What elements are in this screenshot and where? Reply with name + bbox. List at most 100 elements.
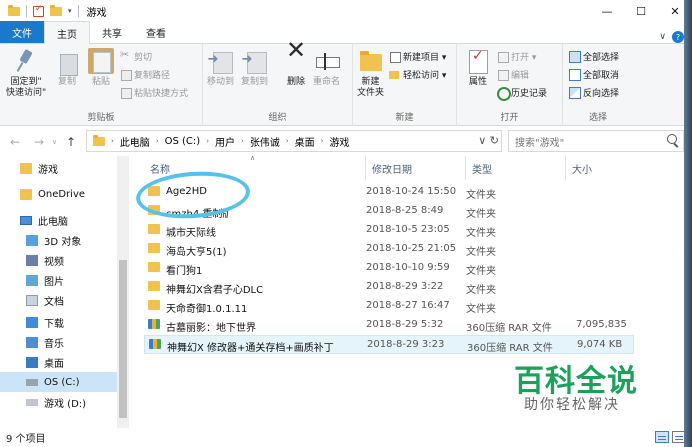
new-folder-button[interactable]: 新建 文件夹 [357, 48, 384, 99]
file-type: 文件夹 [466, 209, 496, 220]
table-row[interactable]: 看门狗1 2018-10-10 9:59 文件夹 [144, 259, 634, 278]
nav-item-documents[interactable]: 文档 [26, 290, 64, 310]
back-arrow-icon[interactable]: ← [10, 135, 20, 149]
easy-access-button[interactable]: 轻松访问 ▾ [389, 68, 446, 81]
nav-item-games[interactable]: 游戏 [20, 158, 58, 178]
minimize-button[interactable]: — [590, 0, 624, 22]
column-type[interactable]: 类型 [466, 156, 566, 180]
table-row[interactable]: 天命奇御1.0.1.11 2018-8-27 16:47 文件夹 [144, 297, 634, 316]
copy-path-button[interactable]: 复制路径 [120, 68, 170, 81]
nav-scrollbar[interactable] [117, 156, 129, 428]
help-icon[interactable]: ? [672, 31, 684, 43]
nav-item-label: 音乐 [44, 338, 64, 350]
clipboard-group: 固定到" 快速访问" 复制 粘贴 剪切 复制路径 粘贴快捷方式 剪贴板 [0, 44, 203, 126]
file-type: 文件夹 [466, 266, 496, 277]
navigation-pane: 游戏 OneDrive 此电脑 3D 对象 视频 图片 文档 下载 音乐 桌面 … [0, 156, 130, 428]
paste-button[interactable]: 粘贴 [88, 48, 114, 88]
folder-icon [148, 262, 160, 272]
delete-button[interactable]: 删除 [283, 45, 309, 88]
copy-to-button[interactable]: 复制到 [241, 48, 268, 88]
breadcrumb-item[interactable]: 桌面 [295, 134, 315, 149]
table-row[interactable]: 海岛大亨5(1) 2018-10-25 21:05 文件夹 [144, 240, 634, 259]
paste-shortcut-button[interactable]: 粘贴快捷方式 [120, 86, 188, 99]
pin-quick-access-button[interactable]: 固定到" 快速访问" [6, 48, 46, 99]
nav-item-games-d[interactable]: 游戏 (D:) [26, 392, 86, 412]
column-size[interactable]: 大小 [566, 156, 638, 180]
folder-icon [148, 243, 160, 253]
open-button[interactable]: 打开 ▾ [497, 50, 536, 63]
select-none-button[interactable]: 全部取消 [569, 68, 619, 81]
maximize-button[interactable]: ☐ [624, 0, 658, 22]
group-label: 剪贴板 [87, 113, 115, 123]
breadcrumb-item[interactable]: 游戏 [329, 134, 349, 149]
tab-share[interactable]: 共享 [90, 21, 134, 43]
nav-item-3d-objects[interactable]: 3D 对象 [26, 230, 81, 250]
scrollbar-thumb[interactable] [119, 260, 127, 418]
recent-chevron-icon[interactable]: ∨ [52, 138, 57, 146]
cut-button[interactable]: 剪切 [120, 48, 153, 63]
rename-button[interactable]: 重命名 [313, 48, 340, 88]
select-none-icon [569, 69, 581, 81]
divider [77, 5, 79, 17]
address-row: ← → ∨ ↑ › 此电脑 › OS (C:) › 用户 › 张伟诚 › 桌面 … [0, 126, 692, 156]
cut-label: 剪切 [134, 53, 153, 63]
nav-item-desktop[interactable]: 桌面 [26, 352, 64, 372]
chevron-down-icon[interactable]: ∨ [659, 32, 666, 42]
tab-view[interactable]: 查看 [134, 21, 178, 43]
move-to-button[interactable]: 移动到 [207, 48, 234, 88]
file-date: 2018-8-29 3:23 [367, 339, 445, 350]
group-label: 新建 [395, 113, 414, 123]
file-size: 7,095,835 [576, 319, 627, 330]
file-type: 文件夹 [466, 247, 496, 258]
nav-item-this-pc[interactable]: 此电脑 [20, 210, 68, 230]
chevron-down-icon[interactable]: ▾ [68, 7, 72, 15]
folder-icon [93, 134, 105, 146]
nav-item-music[interactable]: 音乐 [26, 332, 64, 352]
edit-icon [497, 69, 509, 81]
select-group: 全部选择 全部取消 反向选择 选择 [563, 44, 633, 126]
up-arrow-icon[interactable]: ↑ [66, 135, 76, 149]
group-label: 打开 [500, 113, 519, 123]
table-row[interactable]: 神舞幻X含君子心DLC 2018-8-29 3:22 文件夹 [144, 278, 634, 297]
history-button[interactable]: 历史记录 [497, 86, 547, 101]
dropdown-refresh-icon[interactable]: ∨ ↻ [478, 134, 499, 147]
properties-button[interactable]: 属性 [465, 48, 491, 88]
search-input[interactable]: 搜索"游戏" [508, 130, 684, 152]
open-icon [497, 51, 509, 63]
tab-home[interactable]: 主页 [44, 21, 90, 44]
file-type: 文件夹 [466, 228, 496, 239]
chevron-right-icon: › [111, 137, 114, 145]
nav-item-os-c[interactable]: OS (C:) [0, 372, 117, 392]
table-row[interactable]: 城市天际线 2018-10-5 23:05 文件夹 [144, 221, 634, 240]
table-row[interactable]: 神舞幻X 修改器+通关存档+画质补丁 2018-8-29 3:23 360压缩 … [144, 335, 634, 354]
breadcrumb-item[interactable]: OS (C:) [165, 136, 201, 147]
select-all-button[interactable]: 全部选择 [569, 50, 619, 63]
nav-item-onedrive[interactable]: OneDrive [20, 184, 85, 204]
nav-item-label: 文档 [44, 296, 64, 308]
new-item-button[interactable]: 新建项目 ▾ [389, 50, 446, 63]
document-icon [26, 294, 38, 306]
search-icon [667, 134, 677, 144]
nav-item-label: 此电脑 [38, 216, 68, 228]
nav-item-videos[interactable]: 视频 [26, 250, 64, 270]
edit-button[interactable]: 编辑 [497, 68, 529, 81]
column-date[interactable]: 修改日期 [366, 156, 466, 180]
breadcrumb-item[interactable]: 用户 [215, 134, 235, 149]
address-bar[interactable]: › 此电脑 › OS (C:) › 用户 › 张伟诚 › 桌面 › 游戏 ∨ ↻ [86, 130, 502, 152]
nav-item-pictures[interactable]: 图片 [26, 270, 64, 290]
new-folder-icon[interactable] [50, 4, 62, 16]
copy-path-label: 复制路径 [134, 71, 171, 81]
nav-item-label: 下载 [44, 318, 64, 330]
breadcrumb-item[interactable]: 张伟诚 [250, 134, 280, 149]
ribbon-tabs: 文件 主页 共享 查看 ∨ ? [0, 21, 692, 44]
properties-check-icon[interactable] [33, 4, 44, 17]
invert-selection-button[interactable]: 反向选择 [569, 86, 619, 99]
copy-button[interactable]: 复制 [54, 48, 80, 88]
forward-arrow-icon[interactable]: → [34, 135, 44, 149]
breadcrumb-item[interactable]: 此电脑 [120, 134, 150, 149]
table-row[interactable]: 古墓丽影：地下世界 2018-8-29 5:32 360压缩 RAR 文件 7,… [144, 316, 634, 335]
nav-item-downloads[interactable]: 下载 [26, 312, 64, 332]
details-view-icon[interactable] [655, 431, 669, 443]
easy-access-label: 轻松访问 ▾ [403, 71, 447, 81]
tab-file[interactable]: 文件 [0, 21, 44, 43]
